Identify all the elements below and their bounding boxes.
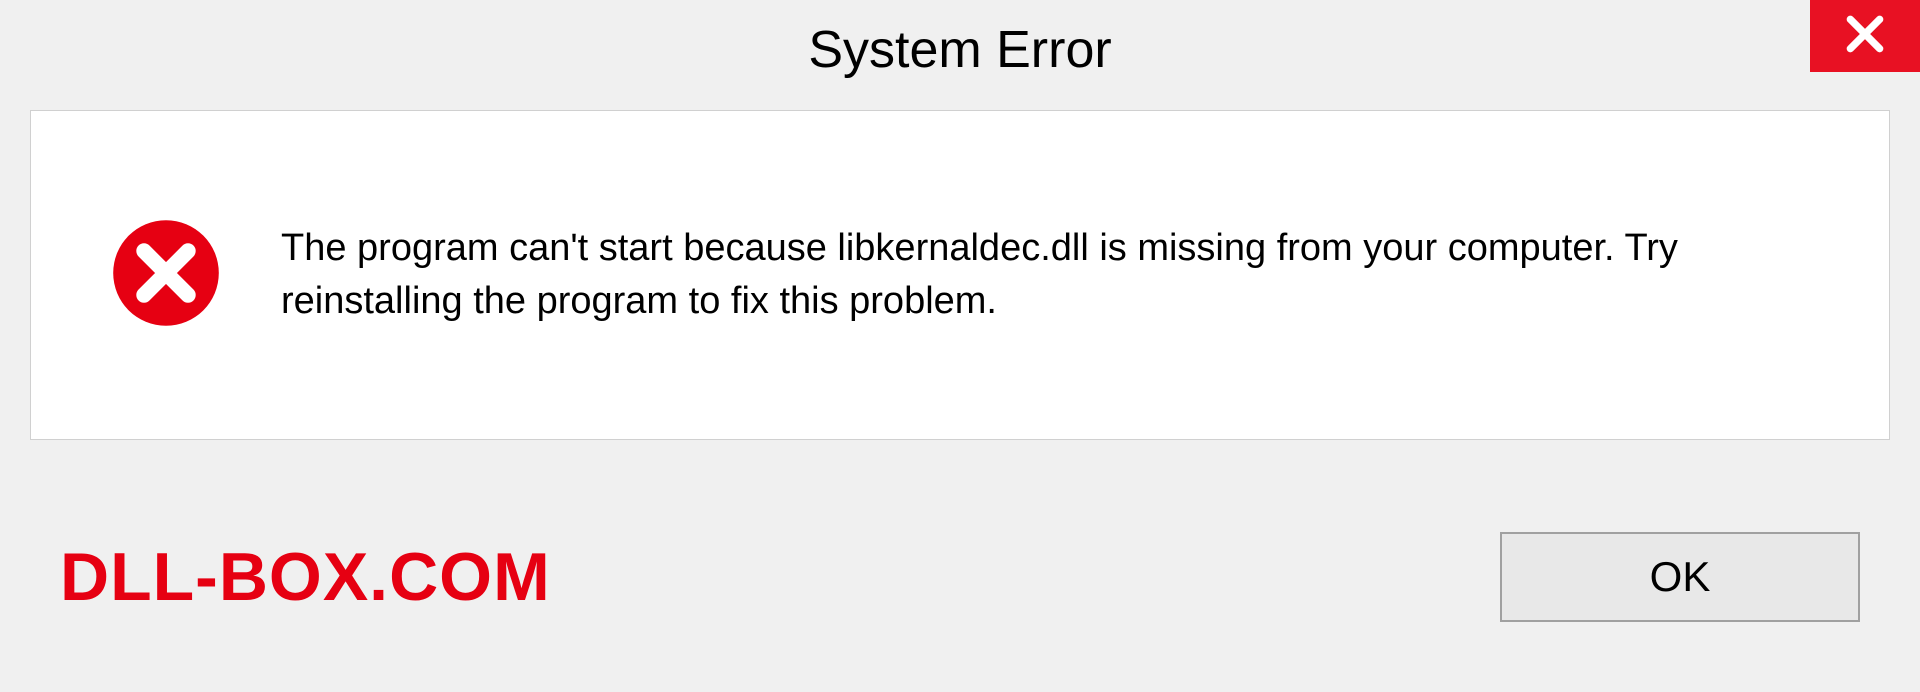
close-icon xyxy=(1843,12,1887,61)
error-icon xyxy=(111,218,221,333)
watermark-text: DLL-BOX.COM xyxy=(60,538,551,616)
titlebar: System Error xyxy=(0,0,1920,100)
footer: DLL-BOX.COM OK xyxy=(0,482,1920,692)
ok-button-label: OK xyxy=(1650,553,1711,601)
error-message: The program can't start because libkerna… xyxy=(281,222,1809,328)
dialog-title: System Error xyxy=(808,20,1111,80)
close-button[interactable] xyxy=(1810,0,1920,72)
ok-button[interactable]: OK xyxy=(1500,532,1860,622)
content-panel: The program can't start because libkerna… xyxy=(30,110,1890,440)
